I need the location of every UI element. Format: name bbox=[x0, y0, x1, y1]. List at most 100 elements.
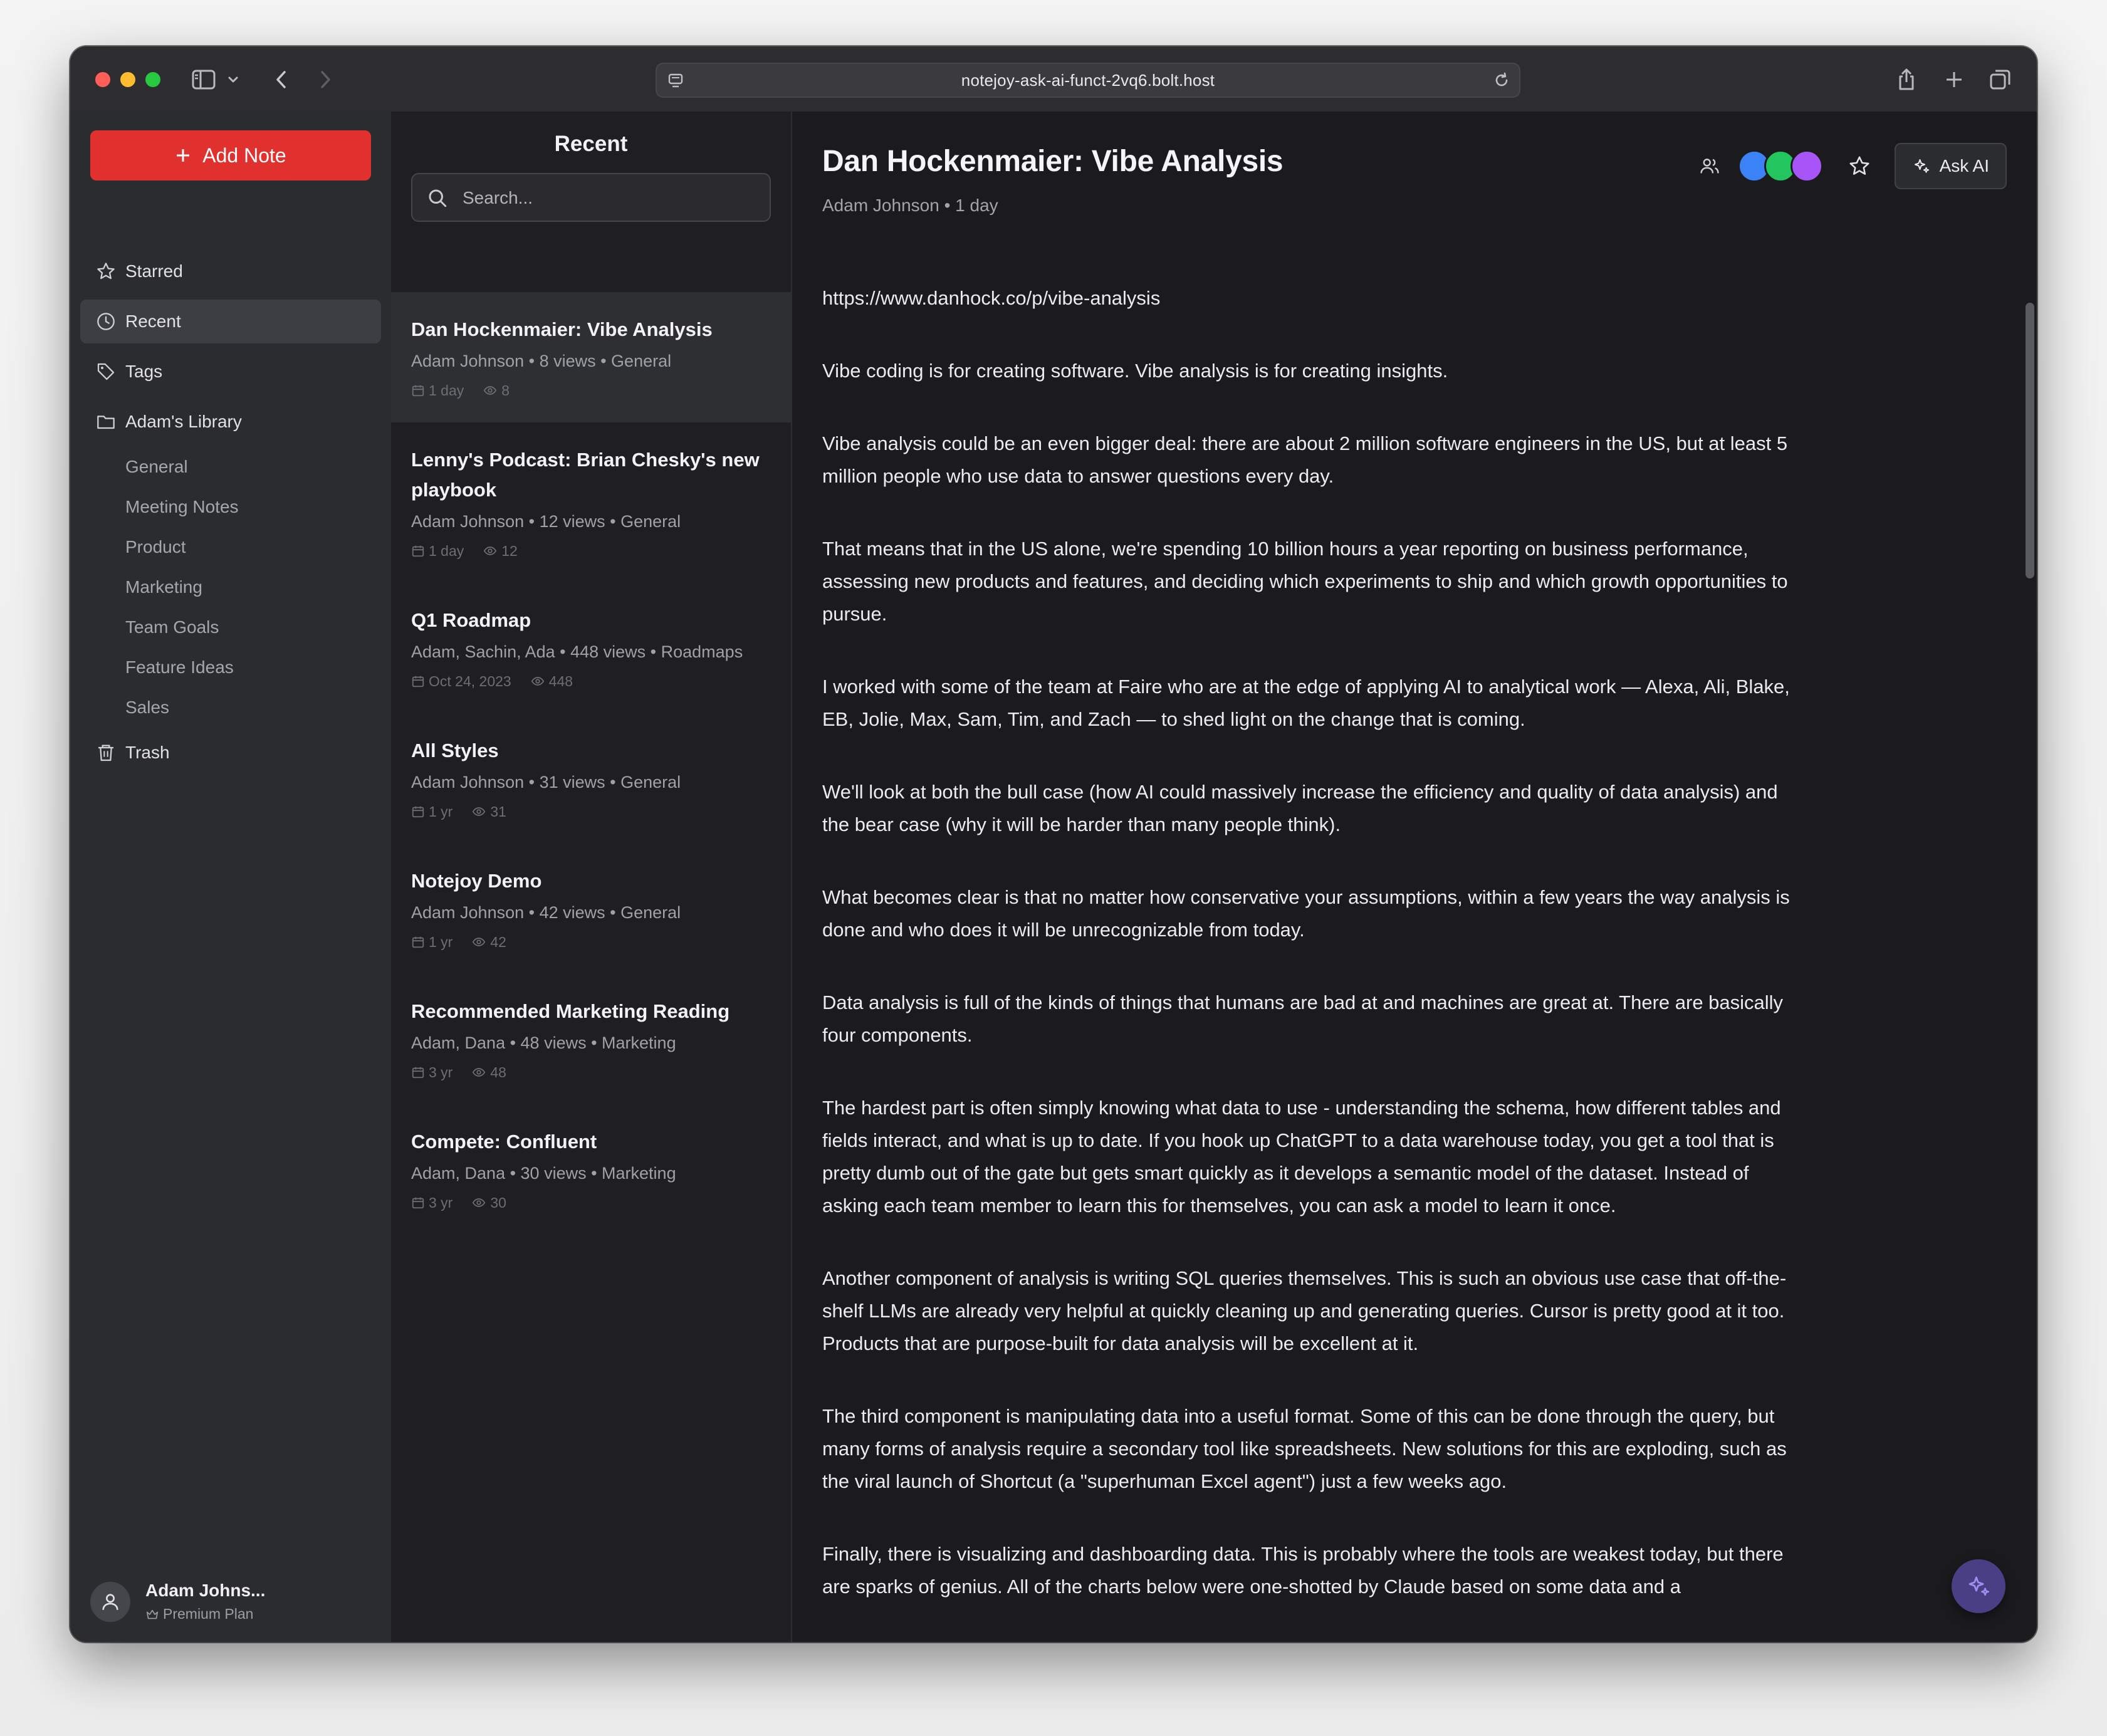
sidebar-toggle-icon[interactable] bbox=[189, 65, 218, 94]
note-paragraph: The hardest part is often simply knowing… bbox=[822, 1097, 1781, 1216]
note-byline: Adam Johnson • 1 day bbox=[822, 196, 998, 215]
ai-assistant-button[interactable] bbox=[1952, 1559, 2005, 1613]
note-list-item[interactable]: Dan Hockenmaier: Vibe Analysis Adam John… bbox=[391, 292, 791, 422]
search-icon bbox=[429, 189, 447, 207]
note-heading[interactable]: Dan Hockenmaier: Vibe Analysis bbox=[822, 144, 1284, 179]
note-views: 42 bbox=[490, 933, 506, 950]
minimize-window-button[interactable] bbox=[120, 72, 135, 87]
add-note-button[interactable]: Add Note bbox=[90, 130, 371, 180]
editor-toolbar: Ask AI bbox=[1699, 142, 2007, 191]
note-meta: Adam Johnson • 42 views • General bbox=[411, 903, 681, 922]
note-views: 30 bbox=[490, 1194, 506, 1211]
star-icon[interactable] bbox=[1848, 155, 1871, 177]
note-list-item[interactable]: Q1 Roadmap Adam, Sachin, Ada • 448 views… bbox=[391, 583, 791, 713]
tab-overview-icon[interactable] bbox=[1988, 65, 2013, 94]
user-icon bbox=[102, 1594, 118, 1610]
note-body[interactable]: https://www.danhock.co/p/vibe-analysis V… bbox=[822, 282, 1800, 1642]
sparkles-icon bbox=[1968, 1576, 1989, 1596]
sidebar-item-label: Adam's Library bbox=[125, 412, 242, 431]
note-paragraph: Vibe analysis could be an even bigger de… bbox=[822, 432, 1788, 487]
library-item-marketing[interactable]: Marketing bbox=[125, 572, 202, 602]
sidebar-item-starred[interactable]: Starred bbox=[80, 249, 381, 293]
note-list-panel: Recent Dan Hockenmaier: Vibe Analysis Ad… bbox=[391, 112, 792, 1642]
note-meta: Adam Johnson • 31 views • General bbox=[411, 773, 681, 792]
note-title: All Styles bbox=[411, 740, 499, 761]
note-paragraph: I worked with some of the team at Faire … bbox=[822, 676, 1790, 730]
crown-icon bbox=[146, 1609, 159, 1619]
search-input[interactable] bbox=[461, 174, 758, 222]
scrollbar-thumb[interactable] bbox=[2026, 303, 2034, 578]
note-list-item[interactable]: Lenny's Podcast: Brian Chesky's new play… bbox=[391, 422, 791, 583]
note-views: 48 bbox=[490, 1064, 506, 1080]
collaborators-icon[interactable] bbox=[1699, 155, 1720, 177]
note-paragraph: Another component of analysis is writing… bbox=[822, 1267, 1787, 1354]
plan-label: Premium Plan bbox=[163, 1606, 254, 1622]
sidebar-item-label: Tags bbox=[125, 362, 163, 381]
chevron-down-icon[interactable] bbox=[226, 65, 241, 94]
back-arrow-icon[interactable] bbox=[272, 65, 291, 94]
avatar bbox=[90, 1582, 130, 1622]
note-meta: Adam Johnson • 12 views • General bbox=[411, 512, 681, 531]
library-item-meeting-notes[interactable]: Meeting Notes bbox=[125, 492, 239, 522]
note-stats: 3 yr 48 bbox=[411, 1063, 771, 1082]
library-item-sales[interactable]: Sales bbox=[125, 693, 169, 723]
close-window-button[interactable] bbox=[95, 72, 110, 87]
note-age: 1 yr bbox=[429, 803, 453, 820]
note-meta: Adam, Dana • 30 views • Marketing bbox=[411, 1164, 676, 1183]
reload-icon[interactable] bbox=[1493, 71, 1510, 92]
note-stats: 1 yr 42 bbox=[411, 933, 771, 951]
library-item-general[interactable]: General bbox=[125, 452, 188, 482]
note-list-item[interactable]: Compete: Confluent Adam, Dana • 30 views… bbox=[391, 1104, 791, 1235]
note-list-item[interactable]: Notejoy Demo Adam Johnson • 42 views • G… bbox=[391, 844, 791, 974]
plus-icon bbox=[177, 149, 190, 162]
trash-icon bbox=[95, 742, 117, 763]
note-meta: Adam, Sachin, Ada • 448 views • Roadmaps bbox=[411, 642, 743, 661]
note-views: 448 bbox=[548, 672, 573, 689]
note-views: 31 bbox=[490, 803, 506, 820]
note-stats: 1 yr 31 bbox=[411, 802, 771, 821]
library-item-feature-ideas[interactable]: Feature Ideas bbox=[125, 652, 234, 682]
address-bar[interactable]: notejoy-ask-ai-funct-2vq6.bolt.host bbox=[656, 63, 1520, 98]
sidebar-item-recent[interactable]: Recent bbox=[80, 300, 381, 343]
star-icon bbox=[95, 261, 117, 282]
calendar-icon bbox=[412, 1197, 424, 1209]
calendar-icon bbox=[412, 545, 424, 557]
eye-icon bbox=[473, 1068, 486, 1077]
ask-ai-button[interactable]: Ask AI bbox=[1894, 143, 2007, 189]
sidebar-item-trash[interactable]: Trash bbox=[80, 731, 381, 775]
user-profile[interactable]: Adam Johns... Premium Plan bbox=[90, 1576, 366, 1626]
note-paragraph: That means that in the US alone, we're s… bbox=[822, 538, 1788, 625]
note-title: Notejoy Demo bbox=[411, 870, 542, 892]
sidebar-item-adams-library[interactable]: Adam's Library bbox=[80, 400, 381, 444]
library-item-product[interactable]: Product bbox=[125, 532, 186, 562]
eye-icon bbox=[484, 546, 497, 555]
eye-icon bbox=[473, 1198, 486, 1207]
calendar-icon bbox=[412, 385, 424, 397]
collaborator-avatars[interactable] bbox=[1737, 150, 1823, 182]
url-text: notejoy-ask-ai-funct-2vq6.bolt.host bbox=[961, 71, 1215, 90]
sidebar-item-label: Recent bbox=[125, 311, 181, 331]
note-stats: 3 yr 30 bbox=[411, 1193, 771, 1212]
clock-icon bbox=[95, 311, 117, 332]
search-box[interactable] bbox=[411, 173, 771, 222]
note-views: 12 bbox=[501, 542, 518, 559]
note-paragraph: Vibe coding is for creating software. Vi… bbox=[822, 360, 1448, 382]
note-paragraph: We'll look at both the bull case (how AI… bbox=[822, 781, 1778, 835]
forward-arrow-icon[interactable] bbox=[316, 65, 335, 94]
note-stats: 1 day 8 bbox=[411, 381, 771, 400]
app-sidebar: Add Note Starred Recent Tags Adam's Libr… bbox=[70, 112, 391, 1642]
note-title: Q1 Roadmap bbox=[411, 609, 531, 631]
note-paragraph[interactable]: https://www.danhock.co/p/vibe-analysis bbox=[822, 282, 1800, 315]
zoom-window-button[interactable] bbox=[145, 72, 160, 87]
browser-toolbar: notejoy-ask-ai-funct-2vq6.bolt.host bbox=[70, 46, 2037, 113]
note-meta: Adam Johnson • 8 views • General bbox=[411, 352, 672, 370]
new-tab-icon[interactable] bbox=[1942, 65, 1967, 94]
library-item-team-goals[interactable]: Team Goals bbox=[125, 612, 219, 642]
note-age: 3 yr bbox=[429, 1064, 453, 1080]
note-paragraph: Finally, there is visualizing and dashbo… bbox=[822, 1543, 1784, 1597]
note-editor: Dan Hockenmaier: Vibe Analysis Adam John… bbox=[792, 112, 2037, 1642]
share-icon[interactable] bbox=[1894, 65, 1919, 94]
note-list-item[interactable]: All Styles Adam Johnson • 31 views • Gen… bbox=[391, 713, 791, 844]
note-list-item[interactable]: Recommended Marketing Reading Adam, Dana… bbox=[391, 974, 791, 1104]
sidebar-item-tags[interactable]: Tags bbox=[80, 350, 381, 394]
